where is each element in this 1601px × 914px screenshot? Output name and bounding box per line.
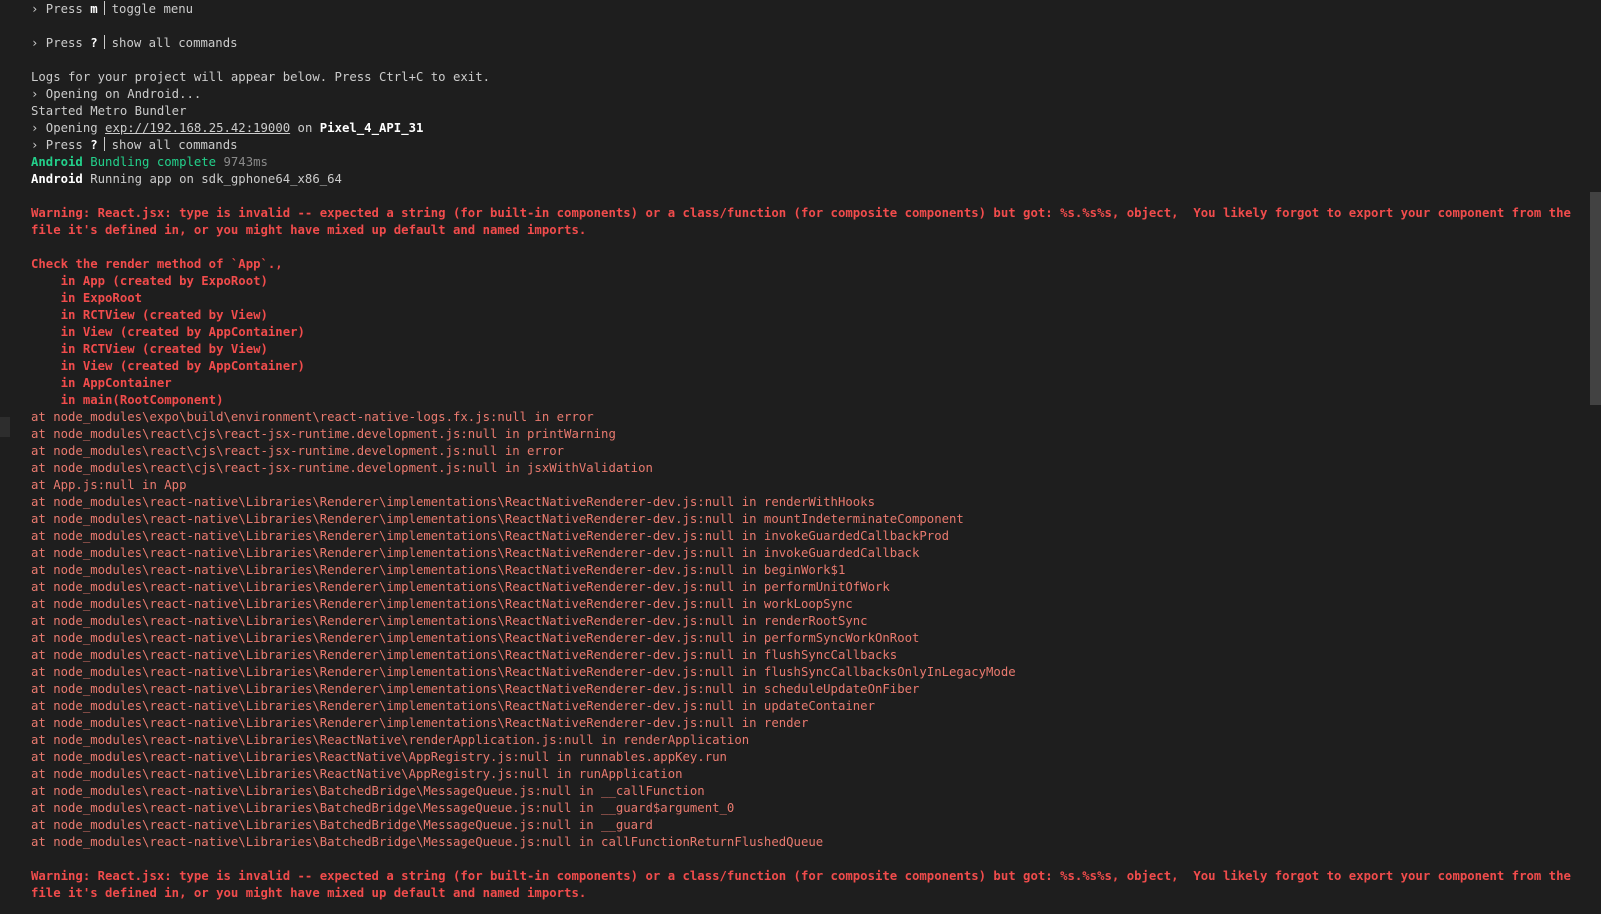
stack-trace-line: at node_modules\react-native\Libraries\R… bbox=[31, 750, 727, 764]
show-all-line: › Press ? show all commands bbox=[31, 137, 1575, 154]
stack-trace-line: at node_modules\react\cjs\react-jsx-runt… bbox=[31, 427, 616, 441]
stack-trace-line: at node_modules\react-native\Libraries\R… bbox=[31, 512, 964, 526]
terminal-output[interactable]: › Press m toggle menu › Press ? show all c… bbox=[31, 1, 1575, 902]
stack-trace-line: at node_modules\react-native\Libraries\R… bbox=[31, 580, 890, 594]
command-description: show all commands bbox=[111, 36, 238, 50]
component-stack-line: in RCTView (created by View) bbox=[31, 342, 268, 356]
component-stack-line: in AppContainer bbox=[31, 376, 172, 390]
running-line: Android Running app on sdk_gphone64_x86_… bbox=[31, 171, 1575, 188]
bundling-line: Android Bundling complete 9743ms bbox=[31, 154, 1575, 171]
key-hint: ? bbox=[90, 36, 98, 50]
prompt-prefix: › Press bbox=[31, 138, 91, 152]
line-marker bbox=[0, 417, 10, 437]
platform-label: Android bbox=[31, 172, 83, 186]
stack-trace-line: at node_modules\expo\build\environment\r… bbox=[31, 410, 594, 424]
connector-text: on bbox=[290, 121, 320, 135]
stack-trace-line: at node_modules\react-native\Libraries\R… bbox=[31, 597, 853, 611]
component-stack-line: in RCTView (created by View) bbox=[31, 308, 268, 322]
stack-trace-line: at node_modules\react-native\Libraries\R… bbox=[31, 546, 920, 560]
log-intro: Logs for your project will appear below.… bbox=[31, 70, 491, 84]
running-status: Running app on sdk_gphone64_x86_64 bbox=[82, 172, 342, 186]
stack-trace-line: at node_modules\react-native\Libraries\B… bbox=[31, 818, 653, 832]
stack-trace-line: at node_modules\react-native\Libraries\R… bbox=[31, 767, 683, 781]
stack-trace-line: at App.js:null in App bbox=[31, 478, 187, 492]
stack-trace-line: at node_modules\react\cjs\react-jsx-runt… bbox=[31, 444, 565, 458]
bundle-time: 9743ms bbox=[223, 155, 268, 169]
expo-url-link[interactable]: exp://192.168.25.42:19000 bbox=[105, 121, 290, 135]
component-stack-line: in View (created by AppContainer) bbox=[31, 359, 305, 373]
stack-trace-line: at node_modules\react-native\Libraries\R… bbox=[31, 665, 1016, 679]
menu-line-help: › Press ? show all commands bbox=[31, 35, 1575, 52]
stack-trace-line: at node_modules\react-native\Libraries\R… bbox=[31, 563, 846, 577]
stack-trace-line: at node_modules\react-native\Libraries\R… bbox=[31, 614, 868, 628]
warning-message: Warning: React.jsx: type is invalid -- e… bbox=[31, 206, 1571, 237]
prompt-prefix: › Opening bbox=[31, 121, 106, 135]
stack-trace-line: at node_modules\react-native\Libraries\R… bbox=[31, 699, 875, 713]
started-metro: Started Metro Bundler bbox=[31, 104, 187, 118]
prompt-prefix: › Press bbox=[31, 36, 91, 50]
platform-label: Android bbox=[31, 155, 83, 169]
menu-line-toggle: › Press m toggle menu bbox=[31, 1, 1575, 18]
key-hint: m bbox=[90, 2, 98, 16]
component-stack-line: in main(RootComponent) bbox=[31, 393, 224, 407]
scrollbar-thumb[interactable] bbox=[1590, 192, 1601, 405]
component-stack-line: in ExpoRoot bbox=[31, 291, 143, 305]
command-description: toggle menu bbox=[111, 2, 194, 16]
stack-trace-line: at node_modules\react-native\Libraries\R… bbox=[31, 716, 809, 730]
opening-url-line: › Opening exp://192.168.25.42:19000 on P… bbox=[31, 120, 1575, 137]
stack-trace-line: at node_modules\react-native\Libraries\R… bbox=[31, 495, 875, 509]
stack-trace-line: at node_modules\react-native\Libraries\R… bbox=[31, 733, 750, 747]
key-hint: ? bbox=[90, 138, 98, 152]
stack-trace-line: at node_modules\react-native\Libraries\R… bbox=[31, 648, 898, 662]
stack-trace-line: at node_modules\react-native\Libraries\R… bbox=[31, 631, 920, 645]
warning-message-repeat: Warning: React.jsx: type is invalid -- e… bbox=[31, 869, 1571, 900]
bundling-status: Bundling complete bbox=[82, 155, 224, 169]
check-render-line: Check the render method of `App`., bbox=[31, 257, 283, 271]
stack-trace-line: at node_modules\react\cjs\react-jsx-runt… bbox=[31, 461, 653, 475]
stack-trace-line: at node_modules\react-native\Libraries\R… bbox=[31, 529, 950, 543]
device-name: Pixel_4_API_31 bbox=[319, 121, 424, 135]
component-stack: in App (created by ExpoRoot) in ExpoRoot… bbox=[31, 273, 1575, 409]
opening-android: › Opening on Android... bbox=[31, 87, 202, 101]
terminal-panel[interactable]: › Press m toggle menu › Press ? show all c… bbox=[0, 0, 1601, 914]
stack-trace-line: at node_modules\react-native\Libraries\B… bbox=[31, 801, 735, 815]
stack-trace-line: at node_modules\react-native\Libraries\B… bbox=[31, 835, 824, 849]
separator bbox=[103, 35, 105, 49]
stack-trace-line: at node_modules\react-native\Libraries\R… bbox=[31, 682, 920, 696]
prompt-prefix: › Press bbox=[31, 2, 91, 16]
component-stack-line: in App (created by ExpoRoot) bbox=[31, 274, 268, 288]
stack-trace-line: at node_modules\react-native\Libraries\B… bbox=[31, 784, 705, 798]
stack-trace: at node_modules\expo\build\environment\r… bbox=[31, 409, 1575, 851]
command-description: show all commands bbox=[111, 138, 238, 152]
separator bbox=[103, 137, 105, 151]
separator bbox=[103, 1, 105, 15]
component-stack-line: in View (created by AppContainer) bbox=[31, 325, 305, 339]
